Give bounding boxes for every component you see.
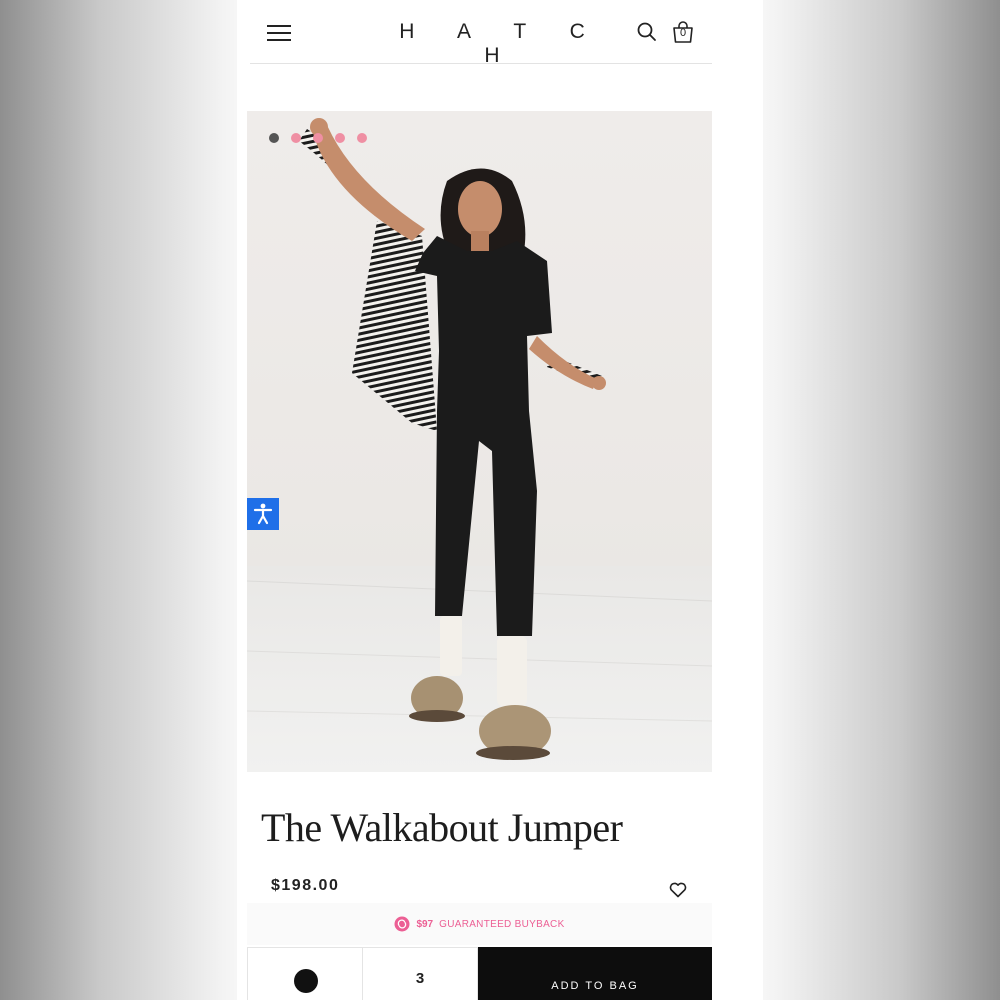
accessibility-icon[interactable] xyxy=(247,498,279,530)
color-selector[interactable] xyxy=(247,947,363,1000)
gallery-dot-1[interactable] xyxy=(269,133,279,143)
gallery-pagination xyxy=(269,133,367,145)
brand-logo[interactable]: H A T C H xyxy=(377,20,607,68)
cart-count: 0 xyxy=(679,27,687,39)
heart-icon[interactable] xyxy=(668,880,688,900)
gallery-dot-3[interactable] xyxy=(313,133,323,143)
buyback-icon xyxy=(394,916,410,932)
product-title: The Walkabout Jumper xyxy=(261,805,623,850)
model-illustration xyxy=(247,118,712,760)
gallery-dot-4[interactable] xyxy=(335,133,345,143)
shopping-bag-icon[interactable]: 0 xyxy=(669,18,697,46)
buyback-amount: $97 xyxy=(416,918,434,930)
color-swatch-black[interactable] xyxy=(294,969,318,993)
search-icon[interactable] xyxy=(635,20,659,44)
hamburger-menu-icon[interactable] xyxy=(267,22,293,44)
quantity-selector[interactable]: 3 xyxy=(363,947,478,1000)
buyback-label: GUARANTEED BUYBACK xyxy=(439,918,565,930)
site-header: H A T C H 0 xyxy=(237,0,763,67)
header-divider xyxy=(250,63,712,64)
add-to-bag-button[interactable]: ADD TO BAG xyxy=(478,947,712,1000)
purchase-bar: 3 ADD TO BAG xyxy=(247,947,712,1000)
product-price: $198.00 xyxy=(271,877,340,894)
guaranteed-buyback-banner[interactable]: $97 GUARANTEED BUYBACK xyxy=(247,903,712,945)
gallery-dot-2[interactable] xyxy=(291,133,301,143)
gallery-dot-5[interactable] xyxy=(357,133,367,143)
product-image[interactable] xyxy=(247,111,712,772)
mobile-page: H A T C H 0 The Walkabout Jumper $198.00… xyxy=(237,0,763,1000)
